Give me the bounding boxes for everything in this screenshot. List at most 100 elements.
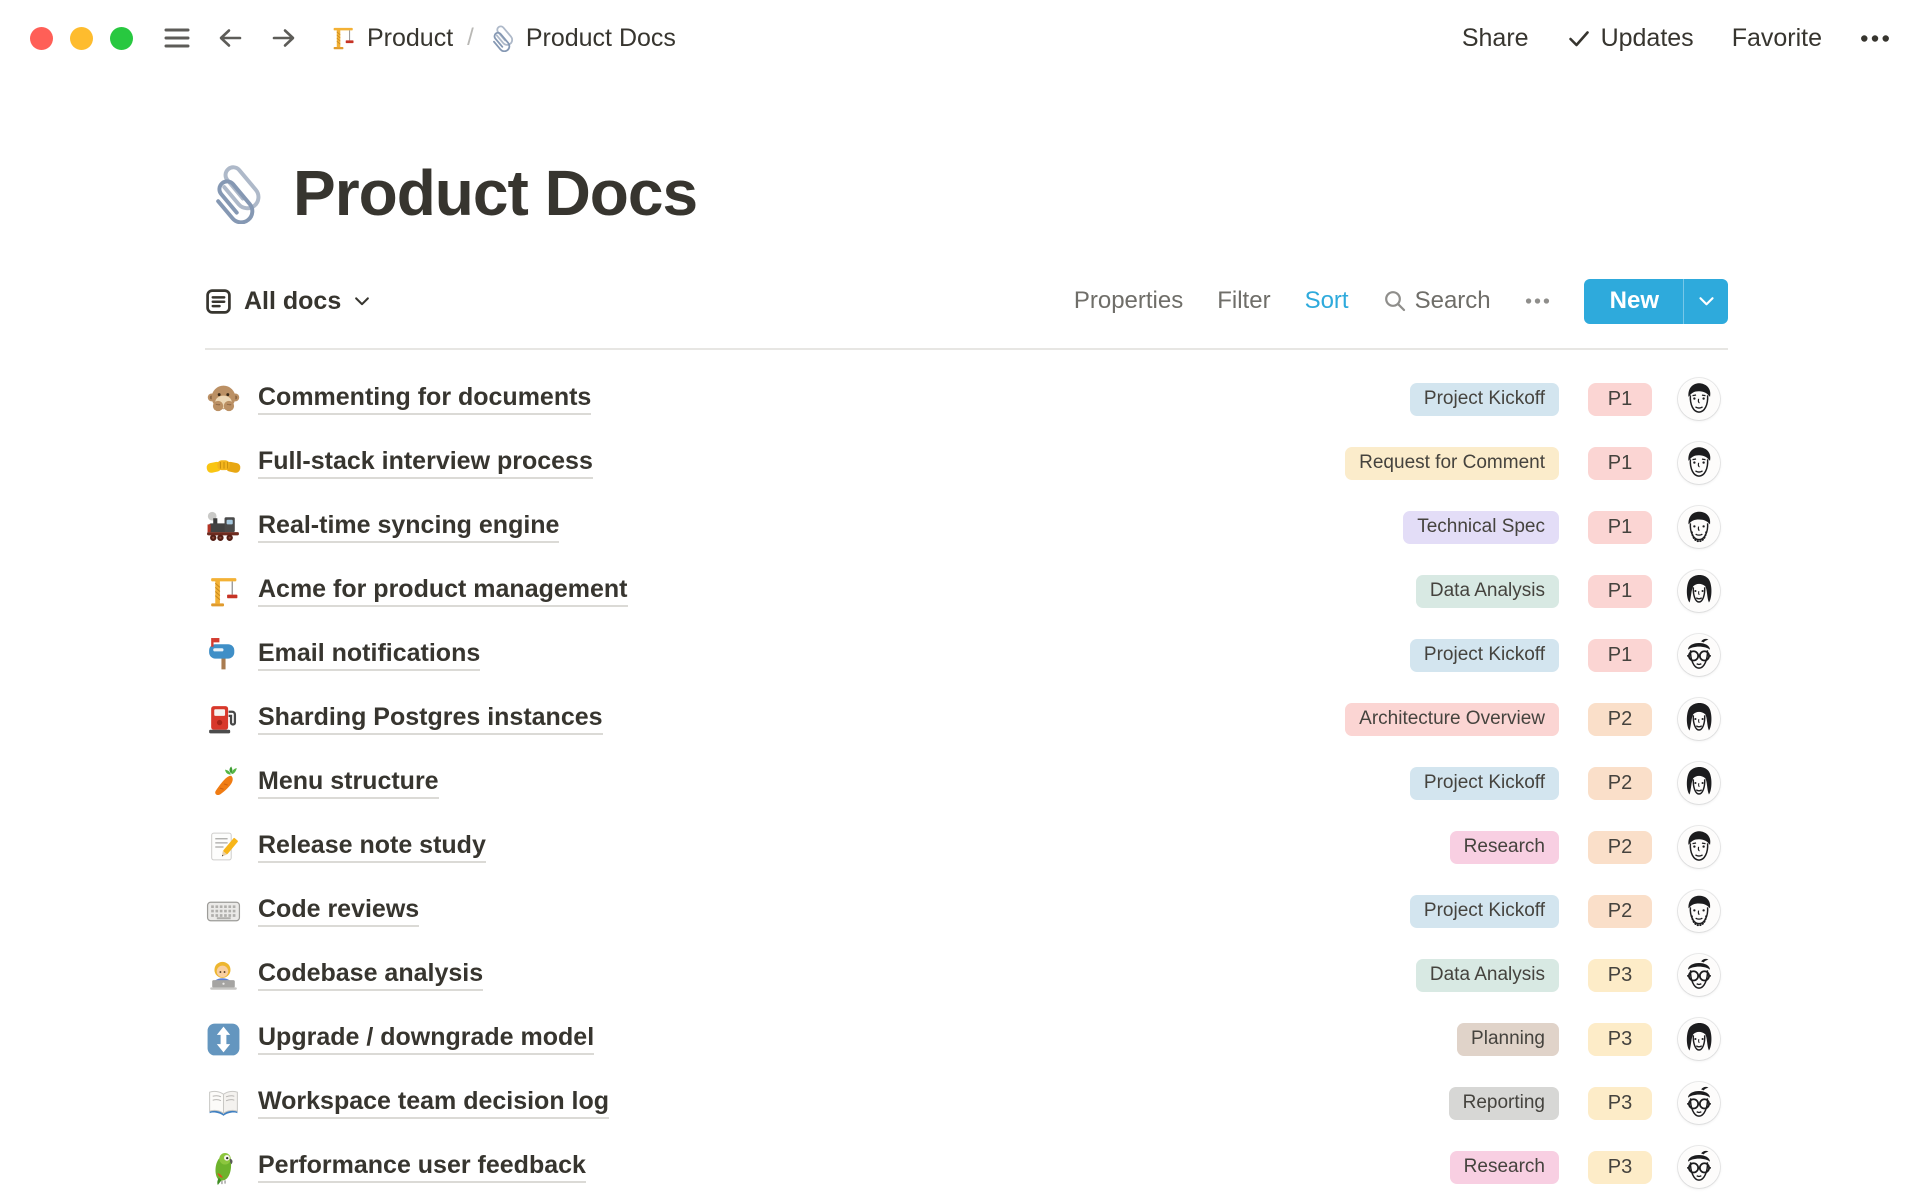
table-row[interactable]: Full-stack interview process Request for… [205,431,1728,495]
priority-badge[interactable]: P3 [1588,1151,1652,1184]
priority-badge[interactable]: P2 [1588,895,1652,928]
tag-badge[interactable]: Research [1450,831,1559,864]
tag-badge[interactable]: Data Analysis [1416,959,1559,992]
tag-badge[interactable]: Project Kickoff [1410,767,1559,800]
tag-badge[interactable]: Project Kickoff [1410,895,1559,928]
avatar[interactable] [1678,1082,1720,1124]
doc-title[interactable]: Upgrade / downgrade model [258,1023,594,1055]
carrot-icon [205,765,242,802]
doc-title[interactable]: Email notifications [258,639,480,671]
docs-table: Commenting for documents Project Kickoff… [205,367,1728,1199]
avatar[interactable] [1678,506,1720,548]
search-icon [1383,289,1407,313]
toolbar-more-button[interactable] [1525,297,1550,305]
avatar[interactable] [1678,762,1720,804]
doc-title[interactable]: Release note study [258,831,486,863]
avatar[interactable] [1678,378,1720,420]
breadcrumb-item-product[interactable]: Product [329,24,453,53]
topbar-actions: Share Updates Favorite [1462,24,1890,53]
priority-badge[interactable]: P1 [1588,383,1652,416]
window-controls [30,27,133,50]
favorite-button[interactable]: Favorite [1732,24,1822,53]
search-button[interactable]: Search [1383,287,1491,315]
tag-badge[interactable]: Data Analysis [1416,575,1559,608]
table-row[interactable]: Codebase analysis Data Analysis P3 [205,943,1728,1007]
back-arrow-icon[interactable] [215,23,245,53]
doc-title[interactable]: Acme for product management [258,575,628,607]
avatar[interactable] [1678,442,1720,484]
avatar[interactable] [1678,954,1720,996]
doc-title[interactable]: Commenting for documents [258,383,591,415]
table-row[interactable]: Sharding Postgres instances Architecture… [205,687,1728,751]
avatar[interactable] [1678,826,1720,868]
priority-badge[interactable]: P2 [1588,767,1652,800]
doc-title[interactable]: Real-time syncing engine [258,511,559,543]
table-row[interactable]: Acme for product management Data Analysi… [205,559,1728,623]
table-row[interactable]: Upgrade / downgrade model Planning P3 [205,1007,1728,1071]
priority-badge[interactable]: P1 [1588,639,1652,672]
tag-badge[interactable]: Research [1450,1151,1559,1184]
priority-badge[interactable]: P3 [1588,959,1652,992]
table-row[interactable]: Performance user feedback Research P3 [205,1135,1728,1199]
table-row[interactable]: Code reviews Project Kickoff P2 [205,879,1728,943]
forward-arrow-icon[interactable] [269,23,299,53]
priority-badge[interactable]: P2 [1588,831,1652,864]
avatar[interactable] [1678,570,1720,612]
avatar[interactable] [1678,634,1720,676]
tag-badge[interactable]: Project Kickoff [1410,383,1559,416]
share-button[interactable]: Share [1462,24,1529,53]
paperclips-page-icon[interactable] [205,162,267,224]
doc-title[interactable]: Sharding Postgres instances [258,703,603,735]
paperclips-icon [488,24,516,52]
sidebar-toggle-icon[interactable] [163,25,191,51]
doc-title[interactable]: Workspace team decision log [258,1087,609,1119]
check-icon [1567,26,1591,50]
view-switcher[interactable]: All docs [205,287,371,316]
tag-badge[interactable]: Planning [1457,1023,1559,1056]
avatar[interactable] [1678,698,1720,740]
page-header: Product Docs [205,156,1920,230]
priority-badge[interactable]: P1 [1588,447,1652,480]
table-row[interactable]: Email notifications Project Kickoff P1 [205,623,1728,687]
table-row[interactable]: Real-time syncing engine Technical Spec … [205,495,1728,559]
filter-button[interactable]: Filter [1217,287,1270,315]
notion-window: Product / Product Docs Share Updates Fav… [0,0,1920,1199]
doc-title[interactable]: Codebase analysis [258,959,483,991]
priority-badge[interactable]: P3 [1588,1023,1652,1056]
doc-title[interactable]: Performance user feedback [258,1151,586,1183]
doc-title[interactable]: Code reviews [258,895,419,927]
avatar[interactable] [1678,890,1720,932]
breadcrumb-item-product-docs[interactable]: Product Docs [488,24,676,53]
tag-badge[interactable]: Request for Comment [1345,447,1559,480]
doc-title[interactable]: Full-stack interview process [258,447,593,479]
priority-badge[interactable]: P1 [1588,511,1652,544]
doc-title[interactable]: Menu structure [258,767,439,799]
updates-button[interactable]: Updates [1567,24,1694,53]
priority-badge[interactable]: P2 [1588,703,1652,736]
minimize-window-button[interactable] [70,27,93,50]
table-row[interactable]: Workspace team decision log Reporting P3 [205,1071,1728,1135]
tag-badge[interactable]: Architecture Overview [1345,703,1559,736]
table-row[interactable]: Menu structure Project Kickoff P2 [205,751,1728,815]
new-dropdown-button[interactable] [1683,279,1728,324]
zoom-window-button[interactable] [110,27,133,50]
priority-badge[interactable]: P3 [1588,1087,1652,1120]
tag-badge[interactable]: Project Kickoff [1410,639,1559,672]
new-button-label[interactable]: New [1584,279,1683,324]
close-window-button[interactable] [30,27,53,50]
tag-badge[interactable]: Technical Spec [1403,511,1559,544]
properties-button[interactable]: Properties [1074,287,1183,315]
avatar[interactable] [1678,1018,1720,1060]
priority-badge[interactable]: P1 [1588,575,1652,608]
avatar[interactable] [1678,1146,1720,1188]
open-book-icon [205,1085,242,1122]
more-options-button[interactable] [1860,34,1890,43]
breadcrumb-separator: / [467,24,474,52]
sort-button[interactable]: Sort [1305,287,1349,315]
table-row[interactable]: Commenting for documents Project Kickoff… [205,367,1728,431]
new-button: New [1584,279,1728,324]
tag-badge[interactable]: Reporting [1449,1087,1559,1120]
parrot-icon [205,1149,242,1186]
table-row[interactable]: Release note study Research P2 [205,815,1728,879]
monkey-icon [205,381,242,418]
